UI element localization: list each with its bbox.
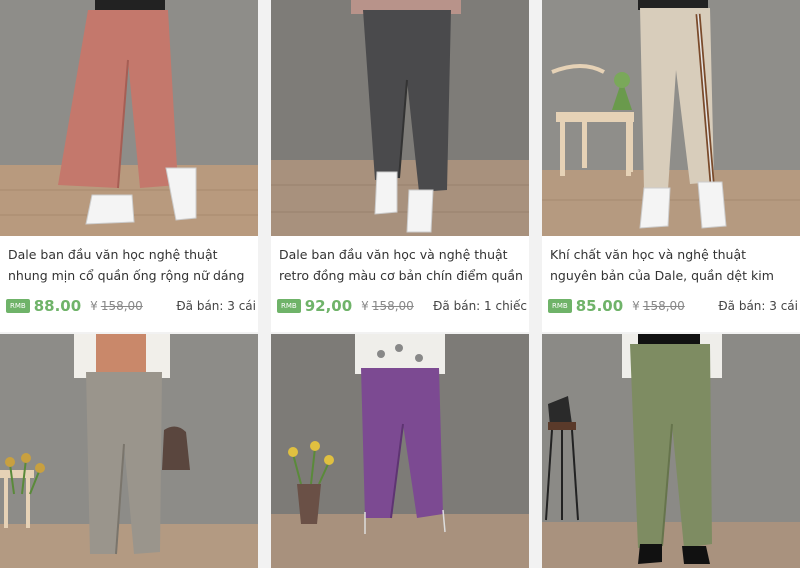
rmb-badge: RMB	[548, 299, 572, 313]
rmb-badge: RMB	[6, 299, 30, 313]
sold-count: Đã bán: 3 cái	[176, 299, 256, 313]
price-row: RMB 92,00 ¥ 158,00 Đã bán: 1 chiếc	[277, 296, 527, 316]
original-price: 158,00	[100, 299, 143, 313]
price: 88.00	[33, 297, 82, 315]
product-card[interactable]: Khí chất văn học và nghệ thuật nguyên bả…	[542, 0, 800, 332]
product-card[interactable]	[542, 334, 800, 568]
price: 85.00	[575, 297, 624, 315]
product-grid: Dale ban đầu văn học nghệ thuật nhung mị…	[0, 0, 800, 568]
currency-symbol: ¥	[632, 299, 640, 313]
product-card[interactable]: Dale ban đầu văn học nghệ thuật nhung mị…	[0, 0, 258, 332]
sold-count: Đã bán: 3 cái	[718, 299, 798, 313]
product-image[interactable]	[0, 334, 258, 568]
product-image[interactable]	[542, 0, 800, 236]
product-image[interactable]	[271, 0, 529, 236]
product-title[interactable]: Khí chất văn học và nghệ thuật nguyên bả…	[550, 244, 794, 286]
original-price: 158,00	[642, 299, 685, 313]
product-card[interactable]	[271, 334, 529, 568]
product-card[interactable]	[0, 334, 258, 568]
product-title[interactable]: Dale ban đầu văn học nghệ thuật nhung mị…	[8, 244, 252, 286]
price: 92,00	[304, 297, 353, 315]
product-image[interactable]	[0, 0, 258, 236]
currency-symbol: ¥	[90, 299, 98, 313]
price-row: RMB 88.00 ¥ 158,00 Đã bán: 3 cái	[6, 296, 256, 316]
original-price: 158,00	[371, 299, 414, 313]
product-card[interactable]: Dale ban đầu văn học và nghệ thuật retro…	[271, 0, 529, 332]
product-title[interactable]: Dale ban đầu văn học và nghệ thuật retro…	[279, 244, 523, 286]
product-image[interactable]	[542, 334, 800, 568]
rmb-badge: RMB	[277, 299, 301, 313]
currency-symbol: ¥	[361, 299, 369, 313]
price-row: RMB 85.00 ¥ 158,00 Đã bán: 3 cái	[548, 296, 798, 316]
sold-count: Đã bán: 1 chiếc	[433, 299, 527, 313]
product-image[interactable]	[271, 334, 529, 568]
